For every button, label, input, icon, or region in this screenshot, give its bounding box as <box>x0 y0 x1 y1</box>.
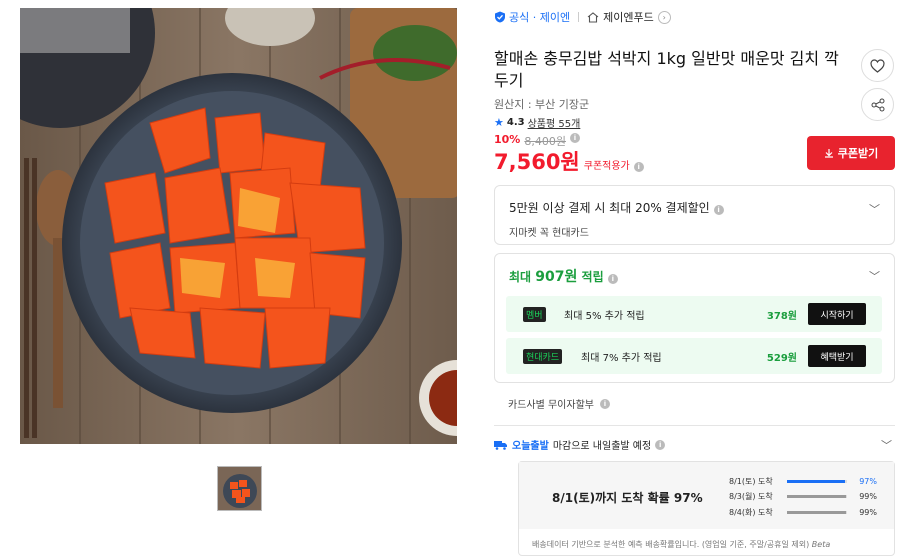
chevron-right-icon: › <box>657 10 671 24</box>
delivery-percent: 97% <box>859 477 877 486</box>
points-row-text: 최대 5% 추가 적립 <box>564 311 645 322</box>
coupon-button-label: 쿠폰받기 <box>837 147 879 160</box>
points-headline: 최대 907원 적립 i <box>509 266 618 286</box>
card-discount-title: 5만원 이상 결제 시 최대 20% 결제할인 i <box>509 199 880 216</box>
installment-label: 카드사별 무이자할부 <box>508 400 594 411</box>
official-store-label: 공식 · 제이엔 <box>509 11 571 24</box>
product-thumbnail[interactable] <box>217 466 262 511</box>
points-row-amount: 529원 <box>766 353 797 364</box>
chevron-down-icon[interactable]: ﹀ <box>869 268 880 284</box>
beta-label: Beta <box>811 540 831 549</box>
delivery-bar-fill <box>787 511 847 514</box>
price-row: 7,560원 쿠폰적용가 i <box>494 146 644 176</box>
card-tag: 현대카드 <box>523 349 563 364</box>
coupon-button[interactable]: 쿠폰받기 <box>807 136 895 170</box>
store-bar: 공식 · 제이엔 제이엔푸드 › <box>494 8 671 26</box>
start-button[interactable]: 시작하기 <box>808 303 866 325</box>
card-discount-panel[interactable]: 5만원 이상 결제 시 최대 20% 결제할인 i 지마켓 꼭 현대카드 ﹀ <box>494 185 895 245</box>
store-divider <box>578 12 580 22</box>
delivery-row: 8/3(월) 도착 99% <box>729 491 877 502</box>
delivery-note: 배송데이터 기반으로 분석한 예측 배송확률입니다. (영업일 기준, 주말/공… <box>532 539 830 550</box>
delivery-row: 8/1(토) 도착 97% <box>729 476 877 487</box>
info-icon[interactable]: i <box>713 205 724 215</box>
heart-icon <box>870 58 885 73</box>
delivery-date: 8/4(화) 도착 <box>729 508 773 517</box>
info-icon[interactable]: i <box>607 274 618 284</box>
truck-icon <box>494 440 507 450</box>
info-icon[interactable]: i <box>655 439 666 450</box>
download-icon <box>824 149 833 158</box>
seller-name: 제이엔푸드 <box>603 11 654 24</box>
delivery-row: 8/4(화) 도착 99% <box>729 507 877 518</box>
chevron-down-icon[interactable]: ﹀ <box>869 201 880 217</box>
delivery-percent: 99% <box>859 508 877 517</box>
card-discount-subtitle: 지마켓 꼭 현대카드 <box>509 228 589 239</box>
member-tag: 멤버 <box>523 307 546 322</box>
delivery-bar-fill <box>787 480 846 483</box>
points-panel: 최대 907원 적립 i ﹀ 멤버 최대 5% 추가 적립 378원 시작하기 … <box>494 253 895 383</box>
origin-info: 원산지 : 부산 기장군 <box>494 98 590 111</box>
delivery-forecast-box: 8/1(토)까지 도착 확률 97% 8/1(토) 도착 97% 8/3(월) … <box>518 461 895 556</box>
card-discount-title-text: 5만원 이상 결제 시 최대 20% 결제할인 <box>509 201 710 215</box>
seller-link[interactable]: 제이엔푸드 › <box>587 9 671 25</box>
today-shipping-logo: 오늘출발 <box>512 441 549 452</box>
verified-shield-icon <box>495 11 505 23</box>
rating-score: 4.3 <box>506 117 525 128</box>
rating-row: ★ 4.3 상품평 55개 <box>494 115 580 130</box>
share-icon <box>871 98 884 111</box>
share-button[interactable] <box>861 88 894 121</box>
product-main-image <box>20 8 457 444</box>
price-label: 쿠폰적용가 <box>583 161 630 172</box>
installment-row[interactable]: 카드사별 무이자할부 i <box>508 396 610 411</box>
review-count-link[interactable]: 상품평 55개 <box>528 115 581 130</box>
official-store-badge[interactable]: 공식 · 제이엔 <box>494 9 570 25</box>
divider <box>494 425 895 426</box>
star-icon: ★ <box>494 116 504 129</box>
points-suffix: 적립 <box>577 270 604 284</box>
shop-house-icon <box>587 11 599 23</box>
shipping-row: 오늘출발 마감으로 내일출발 예정 i <box>494 437 666 452</box>
delivery-percent: 99% <box>859 492 877 501</box>
delivery-bar-fill <box>787 495 847 498</box>
benefit-button[interactable]: 혜택받기 <box>808 345 866 367</box>
shipping-text: 마감으로 내일출발 예정 <box>552 441 652 452</box>
delivery-note-text: 배송데이터 기반으로 분석한 예측 배송확률입니다. (영업일 기준, 주말/공… <box>532 540 810 549</box>
delivery-bar <box>787 480 847 483</box>
points-row-text: 최대 7% 추가 적립 <box>581 353 662 364</box>
chevron-down-icon[interactable]: ﹀ <box>881 437 892 453</box>
points-row-card: 현대카드 최대 7% 추가 적립 529원 혜택받기 <box>506 338 882 374</box>
points-row-member: 멤버 최대 5% 추가 적립 378원 시작하기 <box>506 296 882 332</box>
product-info-panel: 공식 · 제이엔 제이엔푸드 › 할매손 충무김밥 석박지 1kg 일반맛 매운… <box>494 0 896 559</box>
price-info-icon[interactable]: i <box>633 162 644 172</box>
delivery-date: 8/1(토) 도착 <box>729 477 773 486</box>
delivery-bar <box>787 495 847 498</box>
like-button[interactable] <box>861 49 894 82</box>
info-icon[interactable]: i <box>569 133 580 143</box>
info-icon[interactable]: i <box>599 398 610 409</box>
delivery-bar <box>787 511 847 514</box>
sale-price: 7,560원 <box>494 150 580 174</box>
delivery-probability: 8/1(토)까지 도착 확률 97% <box>552 491 703 505</box>
points-prefix: 최대 <box>509 270 536 284</box>
delivery-date: 8/3(월) 도착 <box>729 492 773 501</box>
product-title: 할매손 충무김밥 석박지 1kg 일반맛 매운맛 김치 깍두기 <box>494 49 839 90</box>
points-row-amount: 378원 <box>766 311 797 322</box>
product-page: 공식 · 제이엔 제이엔푸드 › 할매손 충무김밥 석박지 1kg 일반맛 매운… <box>0 0 900 559</box>
points-amount: 907원 <box>535 269 578 285</box>
